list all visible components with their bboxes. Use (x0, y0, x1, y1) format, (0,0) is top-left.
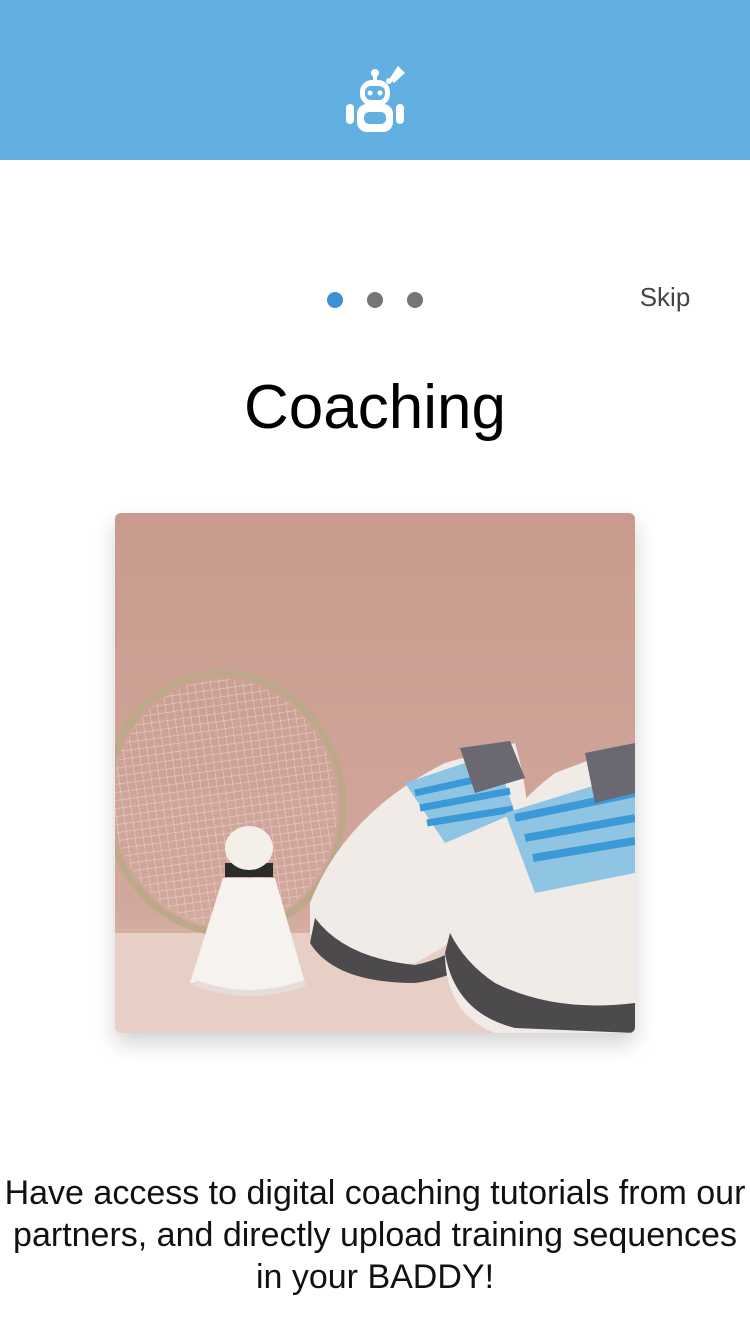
slide-title: Coaching (244, 373, 506, 442)
coaching-photo (115, 513, 635, 1033)
page-dot-1[interactable] (327, 292, 343, 308)
page-dot-2[interactable] (367, 292, 383, 308)
app-header (0, 0, 750, 160)
badminton-gear-image (115, 513, 635, 1033)
slide-description: Have access to digital coaching tutorial… (4, 1174, 746, 1296)
skip-button[interactable]: Skip (620, 280, 710, 314)
page-dot-3[interactable] (407, 292, 423, 308)
robot-badminton-icon (346, 66, 405, 132)
